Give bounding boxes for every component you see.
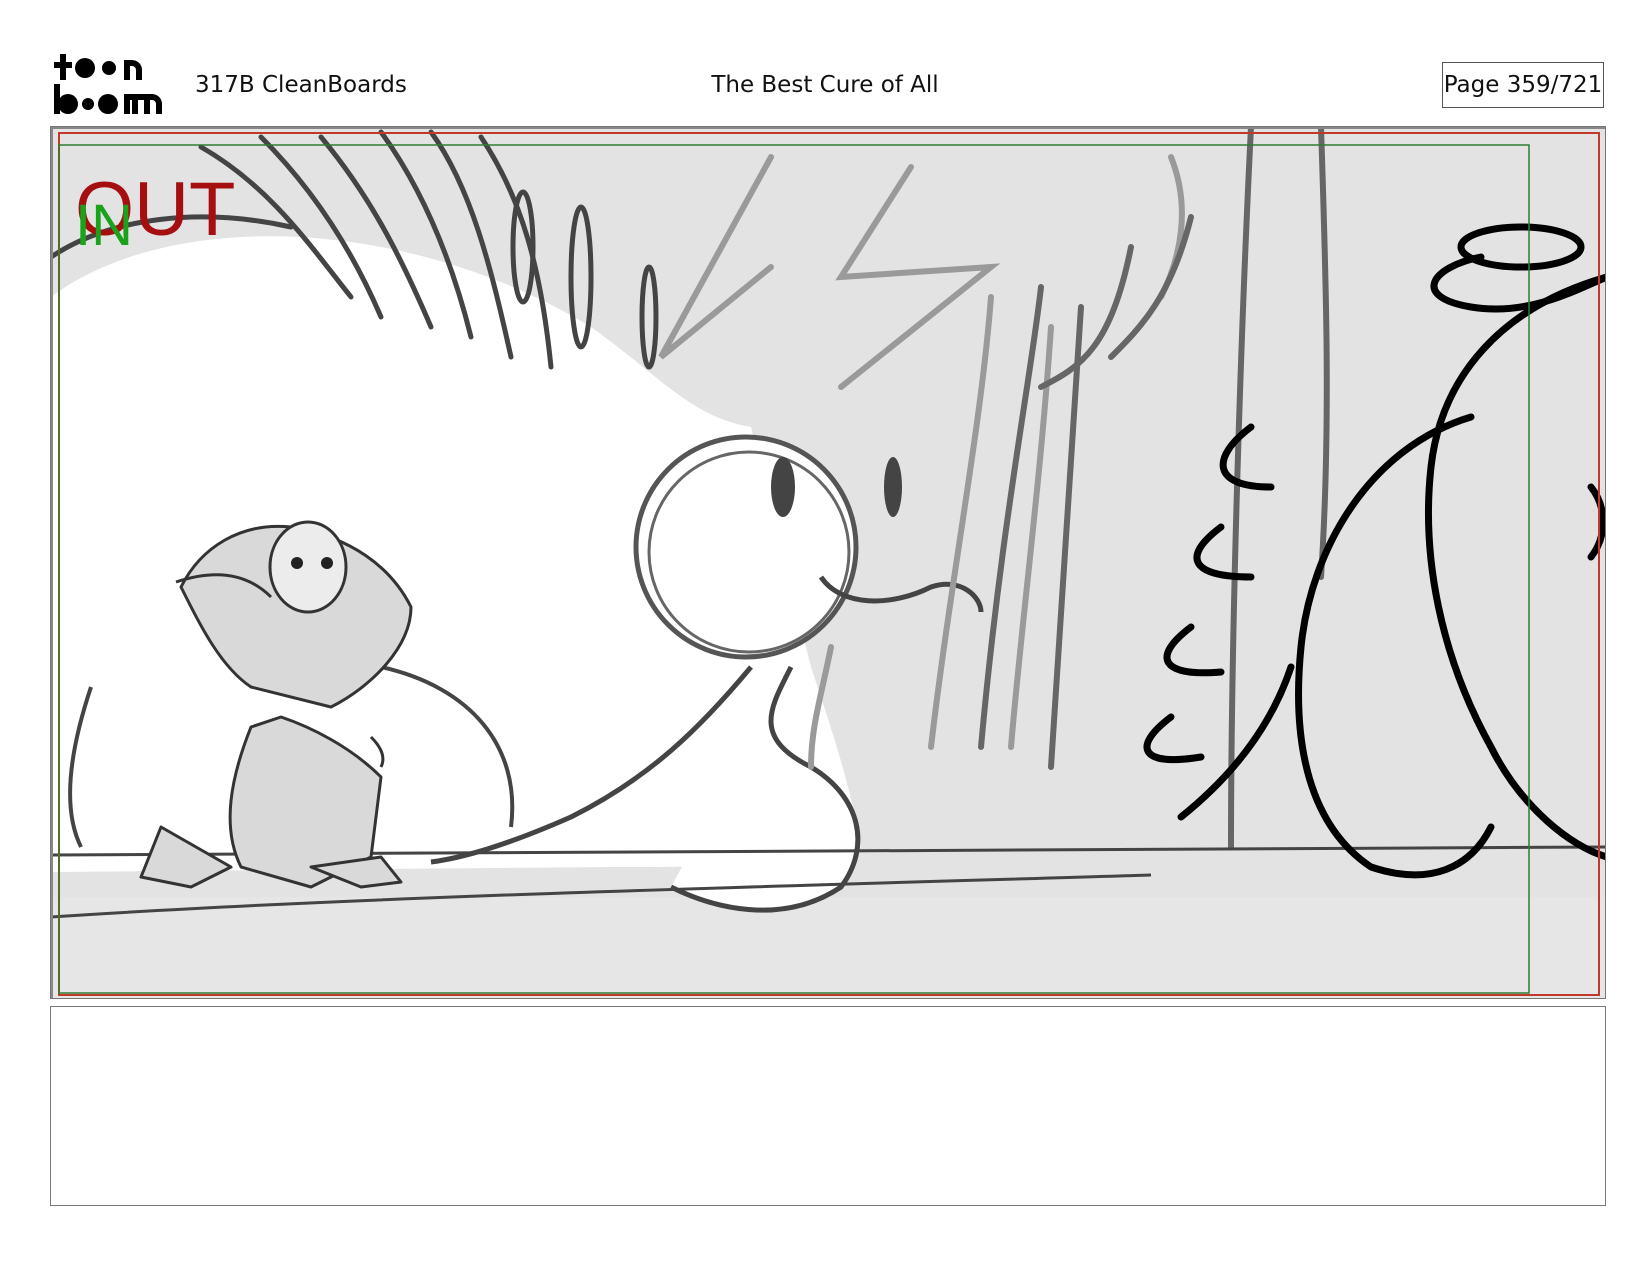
panel-sketch: OUT IN xyxy=(51,127,1605,998)
storyboard-panel: OUT IN xyxy=(50,126,1606,999)
page-title: The Best Cure of All xyxy=(711,72,939,98)
marker-in: IN xyxy=(75,193,133,258)
notes-box xyxy=(50,1006,1606,1206)
page-number: Page 359/721 xyxy=(1442,62,1604,108)
